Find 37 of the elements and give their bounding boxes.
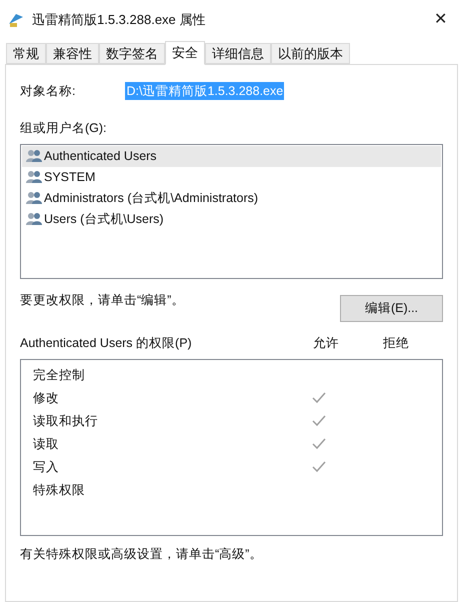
- group-list-label: 组或用户名(G):: [20, 120, 108, 137]
- permission-name: 修改: [33, 390, 60, 407]
- permission-name: 写入: [33, 458, 60, 476]
- permission-name: 特殊权限: [33, 482, 86, 499]
- group-name: Administrators (台式机\Administrators): [44, 190, 258, 207]
- column-header: 拒绝: [383, 335, 410, 352]
- edit-hint: 要更改权限，请单击“编辑”。: [20, 292, 184, 309]
- permissions-label: Authenticated Users 的权限(P): [20, 335, 193, 352]
- app-icon: [8, 12, 24, 28]
- tab[interactable]: 兼容性: [46, 43, 99, 64]
- group-list-item[interactable]: Administrators (台式机\Administrators): [22, 188, 441, 209]
- group-list-item[interactable]: Authenticated Users: [22, 146, 441, 167]
- group-list-item[interactable]: Users (台式机\Users): [22, 208, 441, 230]
- advanced-hint: 有关特殊权限或高级设置，请单击“高级”。: [20, 546, 264, 563]
- permission-name: 读取和执行: [33, 412, 99, 430]
- group-name: SYSTEM: [44, 168, 96, 186]
- group-name: Users (台式机\Users): [44, 210, 164, 228]
- users-icon: [26, 191, 42, 206]
- window-title: 迅雷精简版1.5.3.288.exe 属性: [32, 11, 206, 30]
- edit-button[interactable]: 编辑(E)...: [340, 294, 443, 322]
- group-name: Authenticated Users: [44, 148, 157, 165]
- group-list[interactable]: Authenticated Users SYSTEM Administrators (台式机\Administrators) Users (台式机\Users): [20, 144, 443, 279]
- column-header: 允许: [313, 335, 340, 352]
- tab[interactable]: 详细信息: [205, 43, 271, 64]
- tab[interactable]: 以前的版本: [271, 43, 350, 64]
- permission-name: 读取: [33, 436, 60, 453]
- object-name-value: D:\迅雷精简版1.5.3.288.exe: [125, 82, 284, 100]
- close-button[interactable]: ✕: [430, 8, 451, 32]
- users-icon: [26, 212, 42, 226]
- group-list-item[interactable]: SYSTEM: [22, 166, 441, 188]
- tab[interactable]: 常规: [6, 43, 46, 64]
- tab[interactable]: 安全: [165, 41, 205, 65]
- field-label: 对象名称:: [20, 82, 76, 100]
- permission-name: 完全控制: [33, 366, 86, 384]
- tab[interactable]: 数字签名: [99, 43, 165, 64]
- users-icon: [26, 149, 42, 164]
- users-icon: [26, 170, 42, 184]
